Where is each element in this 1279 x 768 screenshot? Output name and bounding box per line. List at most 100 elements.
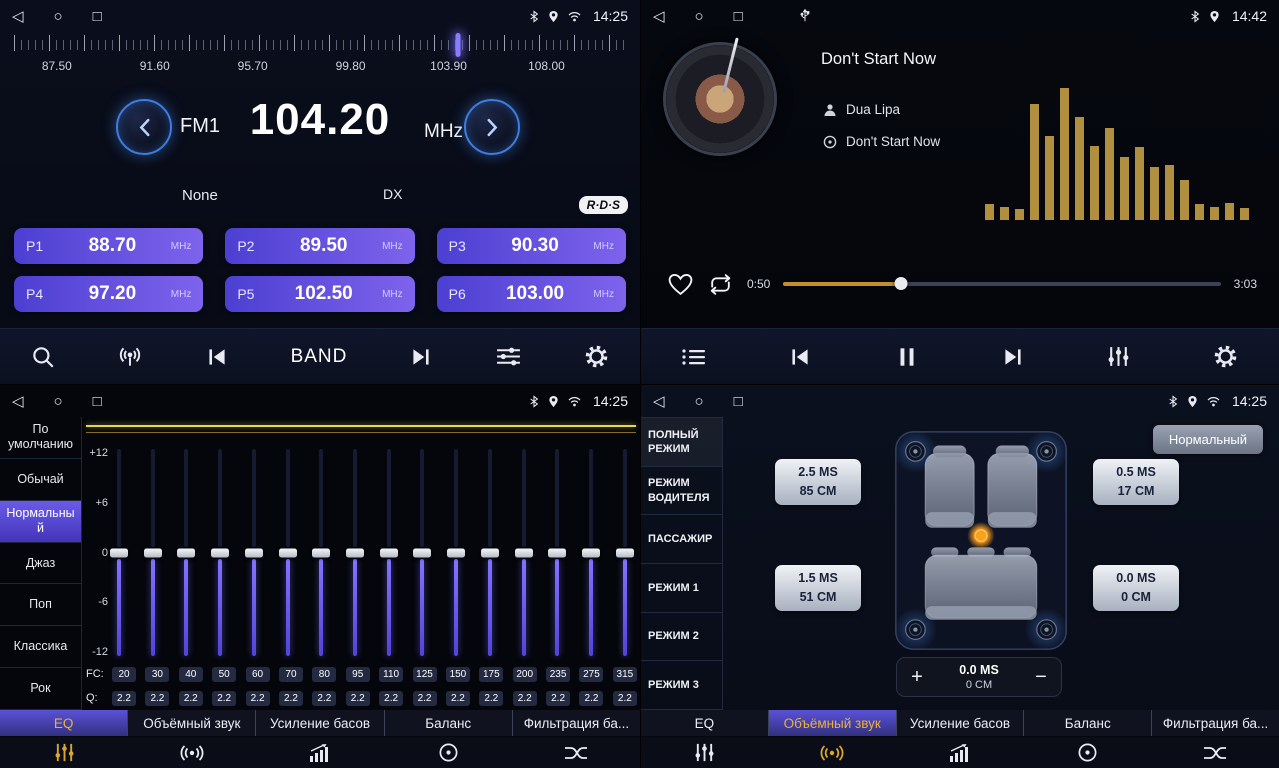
eq-sliders-icon[interactable]	[0, 737, 128, 768]
settings-icon[interactable]	[1212, 343, 1239, 370]
listening-mode-item[interactable]: ПОЛНЫЙ РЕЖИМ	[641, 417, 722, 467]
recents-button[interactable]: □	[93, 9, 102, 24]
balance-icon[interactable]	[384, 737, 512, 768]
eq-preset-item[interactable]: Нормальный	[0, 501, 81, 543]
favorite-button[interactable]	[667, 272, 694, 297]
eq-band-slider[interactable]	[348, 449, 362, 656]
eq-band-slider[interactable]	[415, 449, 429, 656]
tab-surround-sound[interactable]: Объёмный звук	[769, 710, 897, 736]
back-button[interactable]: ◁	[12, 394, 24, 409]
eq-preset-item[interactable]: Рок	[0, 668, 81, 710]
tab-balance[interactable]: Баланс	[385, 710, 513, 736]
tune-down-button[interactable]	[116, 99, 172, 155]
delay-front-right[interactable]: 0.5 MS 17 CM	[1093, 459, 1179, 505]
eq-preset-item[interactable]: Джаз	[0, 543, 81, 585]
pause-icon[interactable]	[894, 344, 920, 370]
slider-knob[interactable]	[346, 548, 364, 557]
slider-knob[interactable]	[616, 548, 634, 557]
bass-boost-icon[interactable]	[896, 737, 1024, 768]
eq-band-slider[interactable]	[146, 449, 160, 656]
progress-slider[interactable]	[783, 277, 1220, 291]
listening-mode-item[interactable]: РЕЖИМ 3	[641, 661, 722, 710]
home-button[interactable]: ○	[54, 9, 63, 24]
listening-mode-item[interactable]: РЕЖИМ 1	[641, 564, 722, 613]
back-button[interactable]: ◁	[653, 9, 665, 24]
tune-up-button[interactable]	[464, 99, 520, 155]
eq-sliders-icon[interactable]	[641, 737, 769, 768]
eq-band-slider[interactable]	[112, 449, 126, 656]
slider-knob[interactable]	[447, 548, 465, 557]
eq-preset-item[interactable]: Классика	[0, 626, 81, 668]
home-button[interactable]: ○	[695, 394, 704, 409]
eq-band-slider[interactable]	[550, 449, 564, 656]
slider-knob[interactable]	[177, 548, 195, 557]
listening-mode-item[interactable]: ПАССАЖИР	[641, 515, 722, 564]
settings-icon[interactable]	[583, 343, 610, 370]
slider-knob[interactable]	[380, 548, 398, 557]
preset-button-p4[interactable]: P497.20MHz	[14, 276, 203, 312]
recents-button[interactable]: □	[734, 9, 743, 24]
eq-preset-item[interactable]: По умолчанию	[0, 417, 81, 459]
recents-button[interactable]: □	[734, 394, 743, 409]
slider-knob[interactable]	[312, 548, 330, 557]
eq-preset-item[interactable]: Поп	[0, 584, 81, 626]
skip-next-icon[interactable]	[408, 344, 434, 370]
skip-previous-icon[interactable]	[787, 344, 813, 370]
mixer-icon[interactable]	[1106, 345, 1131, 368]
decrease-delay-button[interactable]: −	[1021, 666, 1061, 689]
slider-knob[interactable]	[582, 548, 600, 557]
crossover-filter-icon[interactable]	[1151, 737, 1279, 768]
tab-balance[interactable]: Баланс	[1024, 710, 1152, 736]
recents-button[interactable]: □	[93, 394, 102, 409]
delay-rear-left[interactable]: 1.5 MS 51 CM	[775, 565, 861, 611]
tuning-indicator[interactable]	[455, 33, 460, 57]
eq-band-slider[interactable]	[517, 449, 531, 656]
tab-surround-sound[interactable]: Объёмный звук	[128, 710, 256, 736]
tab-eq-sliders[interactable]: EQ	[0, 710, 128, 736]
search-icon[interactable]	[30, 344, 56, 370]
slider-knob[interactable]	[144, 548, 162, 557]
preset-button-p6[interactable]: P6103.00MHz	[437, 276, 626, 312]
balance-icon[interactable]	[1024, 737, 1152, 768]
slider-knob[interactable]	[515, 548, 533, 557]
eq-band-slider[interactable]	[314, 449, 328, 656]
back-button[interactable]: ◁	[12, 9, 24, 24]
preset-button-p1[interactable]: P188.70MHz	[14, 228, 203, 264]
tab-eq-sliders[interactable]: EQ	[641, 710, 769, 736]
slider-knob[interactable]	[481, 548, 499, 557]
eq-band-slider[interactable]	[449, 449, 463, 656]
home-button[interactable]: ○	[695, 9, 704, 24]
skip-next-icon[interactable]	[1000, 344, 1026, 370]
slider-knob[interactable]	[211, 548, 229, 557]
tab-crossover-filter[interactable]: Фильтрация ба...	[513, 710, 640, 736]
repeat-button[interactable]	[707, 272, 734, 297]
delay-rear-right[interactable]: 0.0 MS 0 CM	[1093, 565, 1179, 611]
eq-band-slider[interactable]	[483, 449, 497, 656]
playlist-icon[interactable]	[681, 347, 707, 367]
eq-band-slider[interactable]	[179, 449, 193, 656]
slider-knob[interactable]	[110, 548, 128, 557]
broadcast-icon[interactable]	[117, 344, 143, 370]
preset-button-p2[interactable]: P289.50MHz	[225, 228, 414, 264]
slider-knob[interactable]	[245, 548, 263, 557]
preset-button-p3[interactable]: P390.30MHz	[437, 228, 626, 264]
tuner-sliders-icon[interactable]	[495, 345, 522, 368]
eq-band-slider[interactable]	[584, 449, 598, 656]
eq-band-slider[interactable]	[247, 449, 261, 656]
progress-thumb[interactable]	[895, 277, 908, 290]
listening-mode-item[interactable]: РЕЖИМ ВОДИТЕЛЯ	[641, 467, 722, 516]
surround-sound-icon[interactable]	[128, 737, 256, 768]
listening-mode-item[interactable]: РЕЖИМ 2	[641, 613, 722, 662]
eq-band-slider[interactable]	[618, 449, 632, 656]
bass-boost-icon[interactable]	[256, 737, 384, 768]
band-button[interactable]: BAND	[291, 346, 348, 368]
tab-crossover-filter[interactable]: Фильтрация ба...	[1152, 710, 1279, 736]
preset-button-p5[interactable]: P5102.50MHz	[225, 276, 414, 312]
delay-front-left[interactable]: 2.5 MS 85 CM	[775, 459, 861, 505]
slider-knob[interactable]	[413, 548, 431, 557]
eq-preset-item[interactable]: Обычай	[0, 459, 81, 501]
slider-knob[interactable]	[548, 548, 566, 557]
eq-band-slider[interactable]	[213, 449, 227, 656]
crossover-filter-icon[interactable]	[512, 737, 640, 768]
eq-band-slider[interactable]	[281, 449, 295, 656]
